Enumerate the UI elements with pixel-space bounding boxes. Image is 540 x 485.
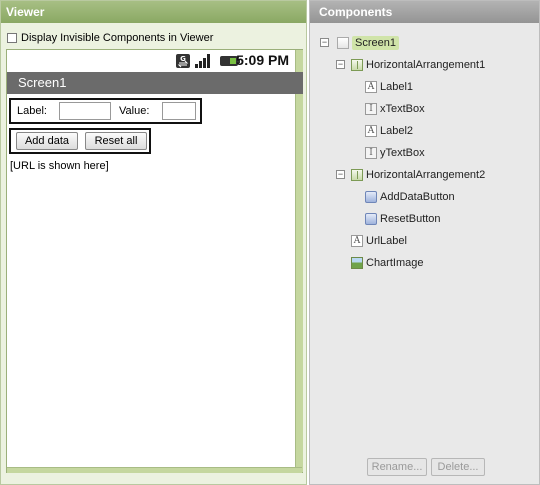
button-icon bbox=[365, 191, 377, 203]
status-bar: G 5:09 PM bbox=[7, 50, 295, 72]
tree-label-chartimage: ChartImage bbox=[366, 257, 424, 269]
tree-label-resetbutton: ResetButton bbox=[380, 213, 441, 225]
tree-item-xtextbox[interactable]: I xTextBox bbox=[365, 103, 425, 115]
tree-label-xtextbox: xTextBox bbox=[380, 103, 425, 115]
signal-strength-icon bbox=[195, 54, 210, 68]
components-header: Components bbox=[310, 1, 539, 23]
delete-button[interactable]: Delete... bbox=[431, 458, 485, 476]
tree-label-urllabel: UrlLabel bbox=[366, 235, 407, 247]
label-icon: A bbox=[365, 125, 377, 137]
viewer-panel: Viewer Display Invisible Components in V… bbox=[0, 0, 307, 485]
tree-item-adddatabutton[interactable]: AddDataButton bbox=[365, 191, 455, 203]
button-icon bbox=[365, 213, 377, 225]
reset-all-button[interactable]: Reset all bbox=[85, 132, 147, 150]
tree-item-label1[interactable]: A Label1 bbox=[365, 81, 413, 93]
network-3g-icon: G bbox=[176, 54, 190, 68]
phone-preview: G 5:09 PM Screen1 Label: Value: Add data… bbox=[6, 49, 303, 473]
label1[interactable]: Label: bbox=[17, 105, 47, 117]
textbox-icon: I bbox=[365, 103, 377, 115]
tree-label-label2: Label2 bbox=[380, 125, 414, 137]
tree-item-urllabel[interactable]: A UrlLabel bbox=[351, 235, 407, 247]
horizontal-arrangement-icon bbox=[351, 169, 363, 181]
tree-item-ytextbox[interactable]: I yTextBox bbox=[365, 147, 425, 159]
tree-item-chartimage[interactable]: ChartImage bbox=[351, 257, 423, 269]
display-invisible-row[interactable]: Display Invisible Components in Viewer bbox=[7, 32, 213, 44]
components-panel: Components − Screen1 − HorizontalArrange… bbox=[309, 0, 540, 485]
image-icon bbox=[351, 257, 363, 269]
label2[interactable]: Value: bbox=[119, 105, 149, 117]
tree-label-adddatabutton: AddDataButton bbox=[380, 191, 455, 203]
url-label[interactable]: [URL is shown here] bbox=[10, 160, 109, 172]
y-textbox[interactable] bbox=[162, 102, 196, 120]
tree-label-screen1: Screen1 bbox=[352, 36, 399, 50]
display-invisible-label: Display Invisible Components in Viewer bbox=[21, 32, 214, 44]
tree-item-screen1[interactable]: Screen1 bbox=[337, 36, 399, 50]
tree-label-ytextbox: yTextBox bbox=[380, 147, 425, 159]
tree-item-resetbutton[interactable]: ResetButton bbox=[365, 213, 441, 225]
add-data-button[interactable]: Add data bbox=[16, 132, 78, 150]
phone-frame-right bbox=[295, 50, 303, 472]
rename-button[interactable]: Rename... bbox=[367, 458, 427, 476]
tree-item-harr2[interactable]: HorizontalArrangement2 bbox=[351, 169, 485, 181]
collapse-screen1-toggle[interactable]: − bbox=[320, 38, 329, 47]
label-icon: A bbox=[365, 81, 377, 93]
label-icon: A bbox=[351, 235, 363, 247]
tree-label-label1: Label1 bbox=[380, 81, 414, 93]
horizontal-arrangement-1[interactable]: Label: Value: bbox=[9, 98, 202, 124]
viewer-header: Viewer bbox=[1, 1, 306, 23]
collapse-harr2-toggle[interactable]: − bbox=[336, 170, 345, 179]
x-textbox[interactable] bbox=[59, 102, 111, 120]
collapse-harr1-toggle[interactable]: − bbox=[336, 60, 345, 69]
tree-label-harr1: HorizontalArrangement1 bbox=[366, 59, 486, 71]
tree-item-harr1[interactable]: HorizontalArrangement1 bbox=[351, 59, 485, 71]
textbox-icon: I bbox=[365, 147, 377, 159]
horizontal-arrangement-icon bbox=[351, 59, 363, 71]
screen-title-bar: Screen1 bbox=[7, 72, 303, 94]
horizontal-arrangement-2[interactable]: Add data Reset all bbox=[9, 128, 151, 154]
status-time: 5:09 PM bbox=[236, 52, 289, 68]
tree-item-label2[interactable]: A Label2 bbox=[365, 125, 413, 137]
tree-label-harr2: HorizontalArrangement2 bbox=[366, 169, 486, 181]
display-invisible-checkbox[interactable] bbox=[7, 33, 17, 43]
screen-icon bbox=[337, 37, 349, 49]
phone-frame-bottom bbox=[7, 467, 302, 473]
